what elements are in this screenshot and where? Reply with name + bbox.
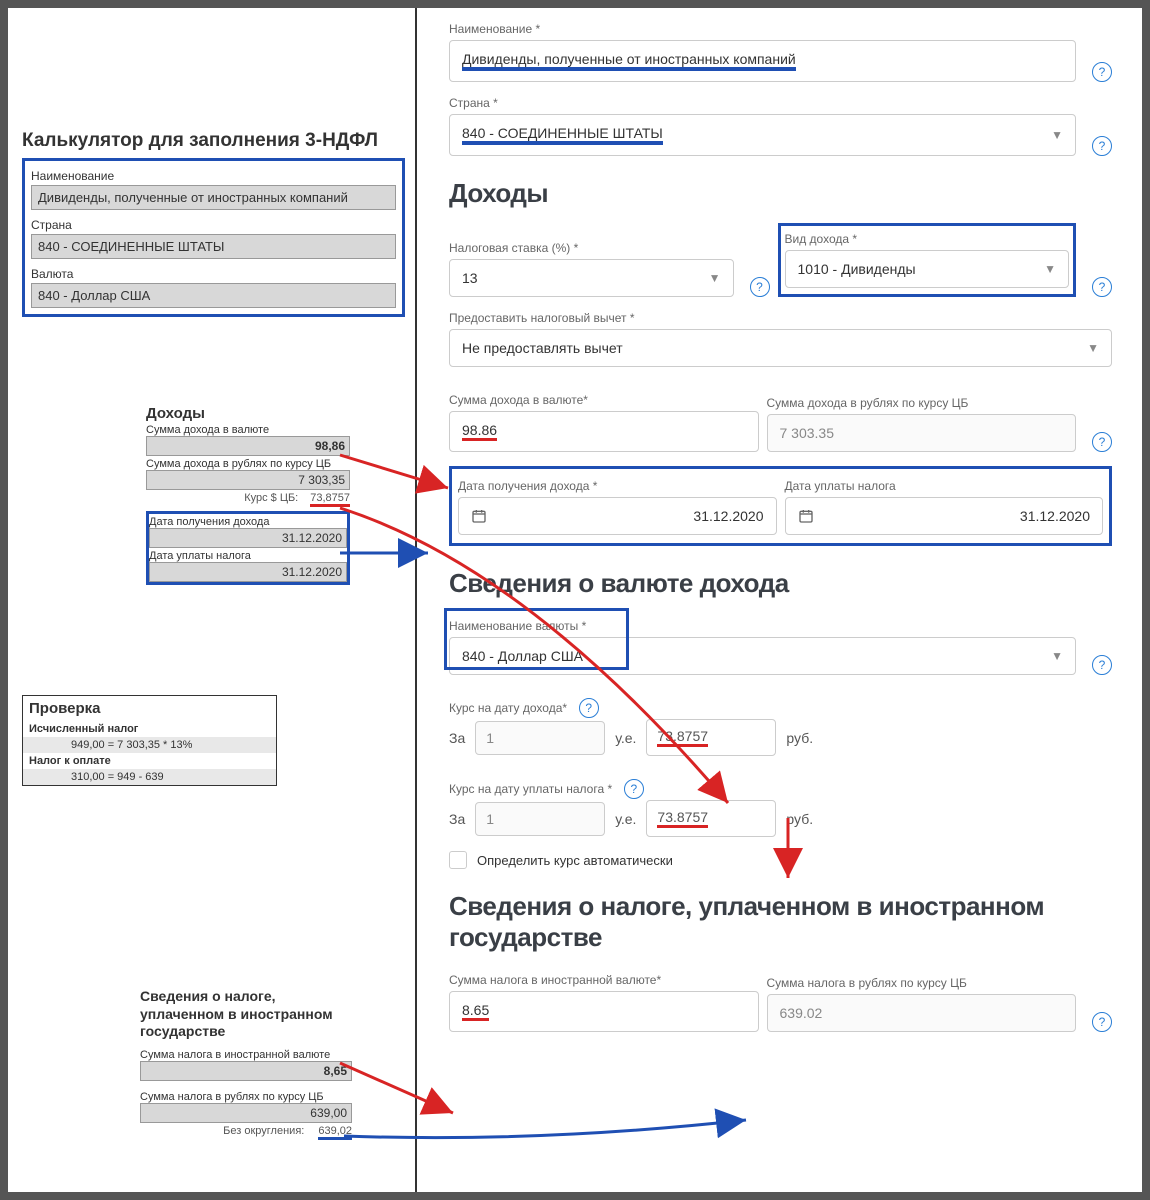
name-value: Дивиденды, полученные от иностранных ком… <box>31 185 396 210</box>
help-icon[interactable]: ? <box>1092 62 1112 82</box>
rate-tax-label: Курс на дату уплаты налога * <box>449 782 612 796</box>
ft-note: Без округления: 639,02 <box>140 1125 352 1140</box>
country-value: 840 - СОЕДИНЕННЫЕ ШТАТЫ <box>31 234 396 259</box>
ft-sum-rub-label-left: Сумма налога в рублях по курсу ЦБ <box>140 1091 352 1103</box>
cb-rate: Курс $ ЦБ: 73,8757 <box>146 492 350 507</box>
chevron-down-icon: ▼ <box>709 271 721 285</box>
check-card: Проверка Исчисленный налог 949,00 = 7 30… <box>22 695 277 786</box>
sum-rub-label-left: Сумма дохода в рублях по курсу ЦБ <box>146 458 350 470</box>
sum-rub-value-left: 7 303,35 <box>146 470 350 490</box>
help-icon[interactable]: ? <box>1092 432 1112 452</box>
name-label-right: Наименование * <box>449 22 1112 36</box>
name-label: Наименование <box>31 169 396 183</box>
date-tax-label-right: Дата уплаты налога <box>785 479 1104 493</box>
ft-sum-rub-label-right: Сумма налога в рублях по курсу ЦБ <box>767 976 1077 990</box>
auto-rate-checkbox[interactable] <box>449 851 467 869</box>
country-label: Страна <box>31 218 396 232</box>
sum-fc-label-left: Сумма дохода в валюте <box>146 424 350 436</box>
currency-name-select[interactable]: 840 - Доллар США▼ <box>449 637 1076 675</box>
country-label-right: Страна * <box>449 96 1112 110</box>
chevron-down-icon: ▼ <box>1044 262 1056 276</box>
rate-income-qty: 1 <box>475 721 605 755</box>
chevron-down-icon: ▼ <box>1051 649 1063 663</box>
income-title-right: Доходы <box>449 178 1112 209</box>
sum-fc-value-left: 98,86 <box>146 436 350 456</box>
rate-tax-qty: 1 <box>475 802 605 836</box>
check-due-value: 310,00 = 949 - 639 <box>23 769 276 785</box>
help-icon[interactable]: ? <box>624 779 644 799</box>
check-calc-label: Исчисленный налог <box>23 721 276 737</box>
currency-section-title: Сведения о валюте дохода <box>449 568 1112 599</box>
tax-rate-select[interactable]: 13▼ <box>449 259 734 297</box>
rate-rub: руб. <box>786 811 813 827</box>
income-type-label: Вид дохода * <box>785 232 1070 246</box>
currency-name-label: Наименование валюты * <box>449 619 1076 633</box>
rate-income-value[interactable]: 73.8757 <box>646 719 776 756</box>
sum-rub-label-right: Сумма дохода в рублях по курсу ЦБ <box>767 396 1077 410</box>
auto-rate-label: Определить курс автоматически <box>477 853 673 868</box>
income-type-select[interactable]: 1010 - Дивиденды▼ <box>785 250 1070 288</box>
date-income-label-right: Дата получения дохода * <box>458 479 777 493</box>
check-calc-value: 949,00 = 7 303,35 * 13% <box>23 737 276 753</box>
chevron-down-icon: ▼ <box>1051 128 1063 142</box>
foreign-tax-title-left: Сведения о налоге, уплаченном в иностран… <box>140 988 352 1041</box>
ft-sum-rub-value-left: 639,00 <box>140 1103 352 1123</box>
ft-sum-fc-label-right: Сумма налога в иностранной валюте* <box>449 973 759 987</box>
ft-sum-fc-label-left: Сумма налога в иностранной валюте <box>140 1049 352 1061</box>
tax-rate-label: Налоговая ставка (%) * <box>449 241 734 255</box>
deduction-select[interactable]: Не предоставлять вычет▼ <box>449 329 1112 367</box>
rate-rub: руб. <box>786 730 813 746</box>
rate-za: За <box>449 811 465 827</box>
rate-income-label: Курс на дату дохода* <box>449 701 567 715</box>
ft-sum-fc-value-left: 8,65 <box>140 1061 352 1081</box>
date-income-input[interactable]: 31.12.2020 <box>458 497 777 535</box>
rate-ue: у.е. <box>615 730 636 746</box>
calendar-icon <box>798 508 814 524</box>
currency-label: Валюта <box>31 267 396 281</box>
ft-sum-fc-input[interactable]: 8.65 <box>449 991 759 1032</box>
country-select[interactable]: 840 - СОЕДИНЕННЫЕ ШТАТЫ▼ <box>449 114 1076 156</box>
income-title-left: Доходы <box>146 405 405 422</box>
check-due-label: Налог к оплате <box>23 753 276 769</box>
date-tax-value-left: 31.12.2020 <box>149 562 347 582</box>
help-icon[interactable]: ? <box>750 277 770 297</box>
help-icon[interactable]: ? <box>1092 277 1112 297</box>
foreign-tax-title-right: Сведения о налоге, уплаченном в иностран… <box>449 891 1112 953</box>
name-input[interactable]: Дивиденды, полученные от иностранных ком… <box>449 40 1076 82</box>
date-tax-label-left: Дата уплаты налога <box>149 550 347 562</box>
help-icon[interactable]: ? <box>1092 1012 1112 1032</box>
ft-sum-rub-input: 639.02 <box>767 994 1077 1032</box>
calendar-icon <box>471 508 487 524</box>
rate-ue: у.е. <box>615 811 636 827</box>
chevron-down-icon: ▼ <box>1087 341 1099 355</box>
deduction-label: Предоставить налоговый вычет * <box>449 311 1112 325</box>
rate-tax-value[interactable]: 73.8757 <box>646 800 776 837</box>
calculator-title: Калькулятор для заполнения 3-НДФЛ <box>22 130 405 152</box>
date-income-value-left: 31.12.2020 <box>149 528 347 548</box>
rate-za: За <box>449 730 465 746</box>
help-icon[interactable]: ? <box>579 698 599 718</box>
calc-source-card: Наименование Дивиденды, полученные от ин… <box>22 158 405 317</box>
currency-value: 840 - Доллар США <box>31 283 396 308</box>
sum-fc-input[interactable]: 98.86 <box>449 411 759 452</box>
help-icon[interactable]: ? <box>1092 655 1112 675</box>
sum-fc-label-right: Сумма дохода в валюте* <box>449 393 759 407</box>
check-title: Проверка <box>23 696 276 721</box>
date-tax-input[interactable]: 31.12.2020 <box>785 497 1104 535</box>
date-income-label-left: Дата получения дохода <box>149 516 347 528</box>
help-icon[interactable]: ? <box>1092 136 1112 156</box>
sum-rub-input: 7 303.35 <box>767 414 1077 452</box>
